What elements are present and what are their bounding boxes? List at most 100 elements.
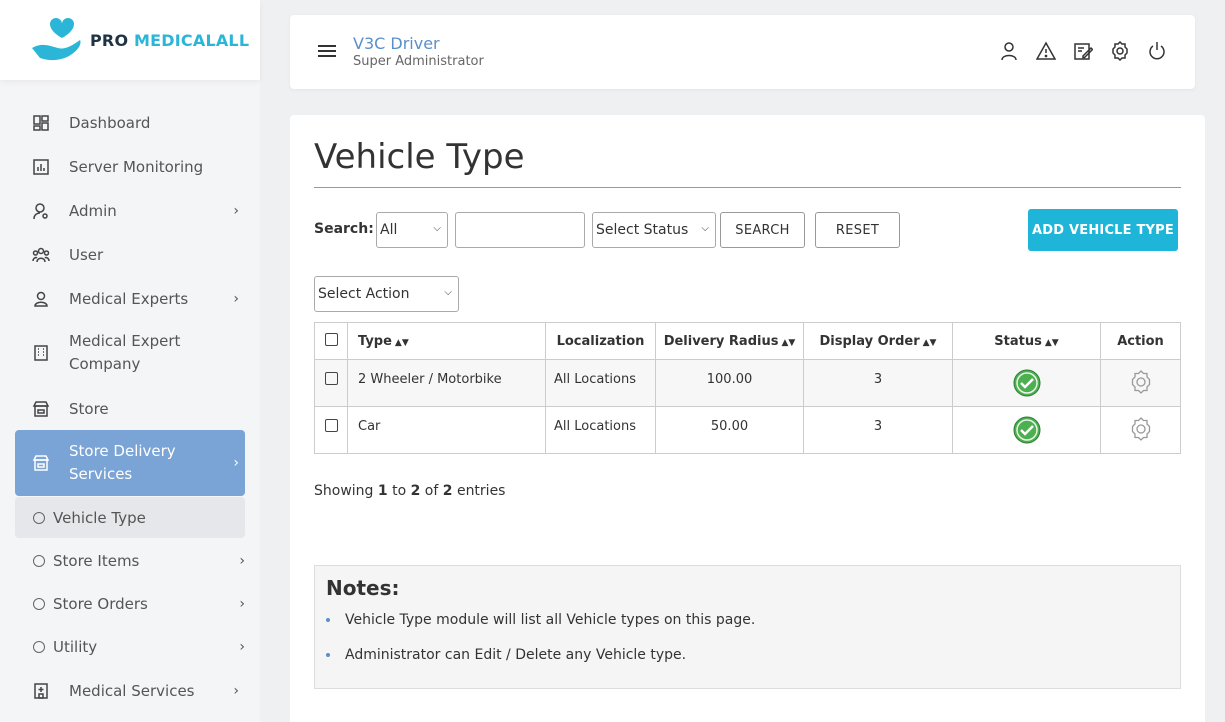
status-active-check-icon[interactable] — [1013, 369, 1041, 397]
col-action: Action — [1100, 322, 1181, 360]
search-input[interactable] — [455, 212, 585, 248]
sidebar-item-label: User — [69, 246, 104, 264]
status-active-check-icon[interactable] — [1013, 416, 1041, 444]
row-checkbox[interactable] — [324, 419, 338, 432]
col-label: Delivery Radius — [663, 333, 779, 349]
sidebar-sub-store-items[interactable]: Store Items › — [15, 546, 245, 576]
chevron-down-icon: ⌵ — [433, 223, 441, 234]
add-vehicle-type-button[interactable]: ADD VEHICLE TYPE — [1028, 209, 1178, 251]
gear-icon[interactable] — [1128, 416, 1154, 442]
showing-text: entries — [452, 483, 506, 499]
row-select-cell — [314, 406, 348, 454]
top-header: V3C Driver Super Administrator — [290, 15, 1195, 89]
sidebar-item-store-delivery-services[interactable]: Store Delivery Services › — [15, 430, 245, 496]
sidebar-item-label: Store — [69, 400, 109, 418]
row-checkbox[interactable] — [324, 372, 338, 385]
cell-order: 3 — [803, 406, 953, 454]
gear-icon[interactable] — [1128, 369, 1154, 395]
admin-icon — [31, 201, 51, 221]
store-icon — [31, 399, 51, 419]
hamburger-menu-icon[interactable] — [318, 45, 336, 60]
logo[interactable]: PRO MEDICALALL — [0, 0, 260, 80]
sidebar-item-dashboard[interactable]: Dashboard — [15, 108, 245, 138]
select-all-checkbox[interactable] — [324, 332, 338, 346]
note-text: Administrator can Edit / Delete any Vehi… — [345, 647, 687, 663]
chevron-right-icon: › — [239, 553, 245, 569]
showing-text: to — [387, 483, 411, 499]
col-display-order[interactable]: Display Order ▲▼ — [803, 322, 953, 360]
notes-title: Notes: — [326, 576, 400, 600]
person-icon — [31, 289, 51, 309]
chevron-right-icon: › — [233, 203, 239, 219]
status-select[interactable]: Select Status ⌵ — [592, 212, 716, 248]
sidebar-sub-label: Store Orders — [53, 595, 148, 613]
header-subtitle: Super Administrator — [353, 54, 484, 69]
cell-type: 2 Wheeler / Motorbike — [347, 359, 546, 407]
chevron-down-icon: ⌵ — [701, 223, 709, 234]
note-item: Administrator can Edit / Delete any Vehi… — [326, 647, 686, 663]
warning-icon[interactable] — [1036, 41, 1056, 61]
chevron-right-icon: › — [233, 291, 239, 307]
select-action-value: Select Action — [318, 286, 410, 302]
sidebar-sub-label: Vehicle Type — [53, 508, 146, 527]
bullet-icon — [326, 618, 330, 622]
sidebar-item-medical-experts[interactable]: Medical Experts › — [15, 284, 245, 314]
sidebar-item-store[interactable]: Store — [15, 394, 245, 424]
sidebar-item-label: Server Monitoring — [69, 158, 204, 176]
chevron-right-icon: › — [239, 639, 245, 655]
table-header-row: Type ▲▼ Localization Delivery Radius ▲▼ Di… — [314, 322, 1181, 360]
building-icon — [31, 343, 51, 363]
cell-localization: All Locations — [545, 406, 656, 454]
cell-order: 3 — [803, 359, 953, 407]
sidebar-item-server-monitoring[interactable]: Server Monitoring — [15, 152, 245, 182]
sidebar-sub-utility[interactable]: Utility › — [15, 632, 245, 662]
reset-button[interactable]: RESET — [815, 212, 900, 248]
col-type[interactable]: Type ▲▼ — [347, 322, 546, 360]
users-icon — [31, 245, 51, 265]
circle-icon — [33, 555, 45, 567]
cell-action — [1100, 359, 1181, 407]
row-select-cell — [314, 359, 348, 407]
sidebar-item-medical-expert-company[interactable]: Medical Expert Company — [15, 328, 245, 378]
col-label: Action — [1117, 333, 1164, 349]
showing-text: Showing — [314, 483, 378, 499]
hand-heart-logo-icon — [32, 18, 81, 61]
select-action-dropdown[interactable]: Select Action ⌵ — [314, 276, 459, 312]
sidebar-sub-store-orders[interactable]: Store Orders › — [15, 589, 245, 619]
table-row: Car All Locations 50.00 3 — [314, 406, 1181, 454]
sidebar-sub-vehicle-type[interactable]: Vehicle Type — [15, 497, 245, 538]
col-status[interactable]: Status ▲▼ — [952, 322, 1101, 360]
sidebar: PRO MEDICALALL Dashboard Server Monitori… — [0, 0, 260, 722]
gear-icon[interactable] — [1110, 41, 1130, 61]
power-icon[interactable] — [1147, 41, 1167, 61]
cell-localization: All Locations — [545, 359, 656, 407]
sidebar-item-label: Admin — [69, 202, 117, 220]
col-label: Display Order — [819, 333, 920, 349]
sort-icon: ▲▼ — [394, 337, 409, 348]
page-title: Vehicle Type — [314, 137, 525, 177]
header-title: V3C Driver — [353, 34, 440, 53]
sidebar-item-user[interactable]: User — [15, 240, 245, 270]
hospital-icon — [31, 681, 51, 701]
note-item: Vehicle Type module will list all Vehicl… — [326, 612, 755, 628]
cell-action — [1100, 406, 1181, 454]
sidebar-item-medical-services[interactable]: Medical Services › — [15, 676, 245, 706]
sort-icon: ▲▼ — [781, 337, 796, 348]
profile-icon[interactable] — [999, 41, 1019, 61]
vehicle-type-table: Type ▲▼ Localization Delivery Radius ▲▼ Di… — [314, 322, 1181, 454]
sidebar-item-label: Medical Experts — [69, 290, 189, 308]
cell-status — [952, 359, 1101, 407]
search-button[interactable]: SEARCH — [720, 212, 805, 248]
col-label: Status — [994, 333, 1042, 349]
sidebar-item-admin[interactable]: Admin › — [15, 196, 245, 226]
cell-radius: 100.00 — [655, 359, 804, 407]
col-delivery-radius[interactable]: Delivery Radius ▲▼ — [655, 322, 804, 360]
col-localization: Localization — [545, 322, 656, 360]
edit-note-icon[interactable] — [1073, 41, 1093, 61]
store-icon — [31, 453, 51, 473]
search-field-select[interactable]: All ⌵ — [376, 212, 448, 248]
sort-icon: ▲▼ — [922, 337, 937, 348]
chevron-right-icon: › — [233, 683, 239, 699]
sort-icon: ▲▼ — [1044, 337, 1059, 348]
circle-icon — [33, 641, 45, 653]
